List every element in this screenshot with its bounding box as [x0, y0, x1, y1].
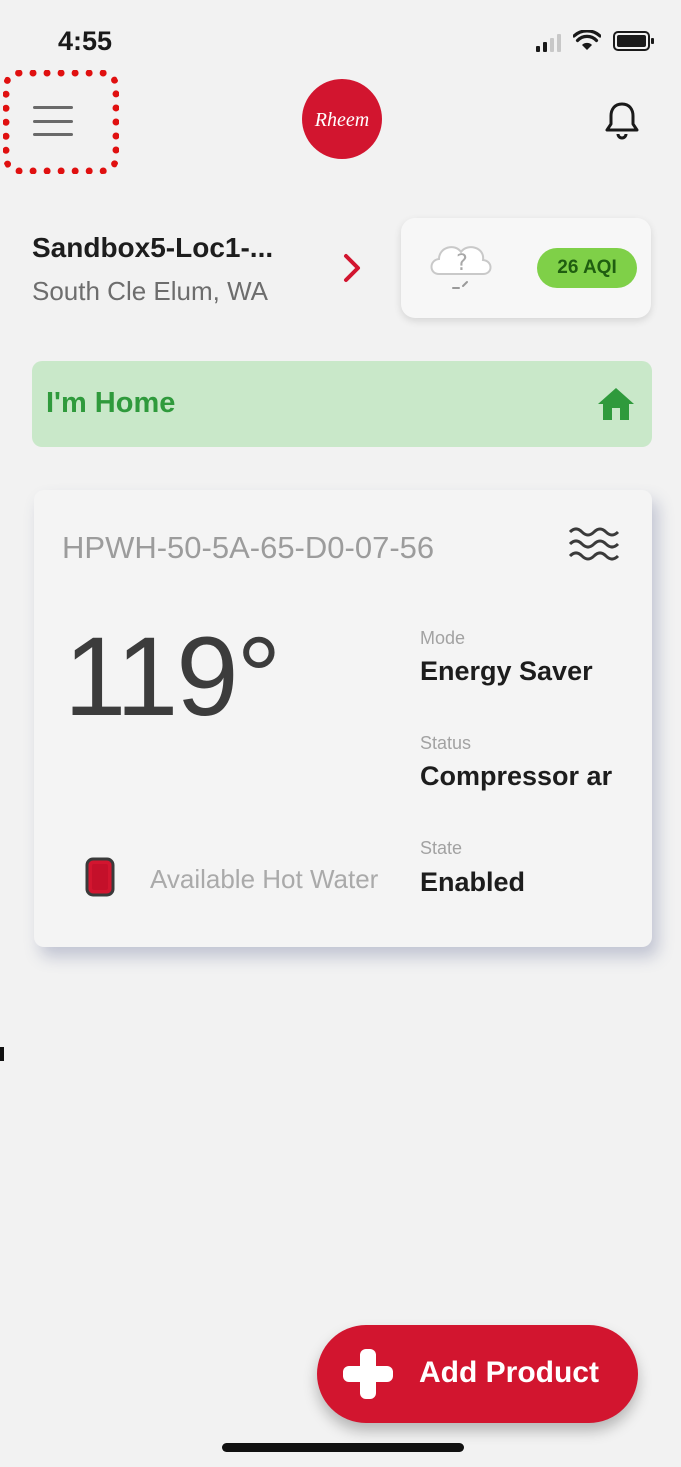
- state-label: State: [420, 838, 463, 858]
- tank-level-icon: [85, 857, 115, 897]
- mode-label: Mode: [420, 628, 466, 648]
- app-screen: 4:55 Rheem Sandbox5-Loc1-... South Cle E…: [0, 0, 681, 1467]
- status-icons: [536, 30, 655, 52]
- chevron-right-icon[interactable]: [340, 250, 364, 286]
- weather-card[interactable]: ? 26 AQI: [401, 218, 651, 318]
- home-icon: [598, 388, 634, 420]
- rheem-logo: Rheem: [302, 79, 382, 159]
- edge-mark: [0, 1047, 4, 1061]
- bell-icon[interactable]: [600, 98, 644, 142]
- add-product-button[interactable]: Add Product: [317, 1325, 638, 1423]
- im-home-label: I'm Home: [46, 387, 176, 419]
- water-heater-card[interactable]: HPWH-50-5A-65-D0-07-56 119° Mode Energy …: [34, 490, 652, 947]
- svg-text:Rheem: Rheem: [314, 109, 369, 131]
- location-info[interactable]: Sandbox5-Loc1-... South Cle Elum, WA: [32, 232, 332, 307]
- plus-icon: [343, 1349, 393, 1399]
- wifi-icon: [573, 30, 601, 50]
- aqi-badge: 26 AQI: [537, 248, 637, 288]
- status-time: 4:55: [58, 26, 113, 56]
- location-city: South Cle Elum, WA: [32, 276, 269, 306]
- available-hot-water-label: Available Hot Water: [150, 864, 379, 894]
- home-indicator[interactable]: [222, 1443, 464, 1452]
- device-name: HPWH-50-5A-65-D0-07-56: [62, 530, 435, 565]
- status-value: Compressor ar: [420, 761, 613, 791]
- im-home-bar[interactable]: I'm Home: [32, 361, 652, 447]
- mode-value: Energy Saver: [420, 656, 593, 686]
- water-waves-icon: [568, 527, 620, 561]
- cloud-question-icon: ?: [430, 246, 492, 289]
- status-label: Status: [420, 733, 472, 753]
- signal-icon: [536, 32, 561, 52]
- hamburger-menu-icon[interactable]: [33, 104, 73, 138]
- water-temperature: 119°: [64, 614, 281, 739]
- location-name: Sandbox5-Loc1-...: [32, 232, 274, 263]
- battery-icon: [613, 31, 654, 51]
- svg-text:?: ?: [456, 251, 468, 276]
- state-value: Enabled: [420, 867, 526, 897]
- add-product-label: Add Product: [419, 1356, 599, 1389]
